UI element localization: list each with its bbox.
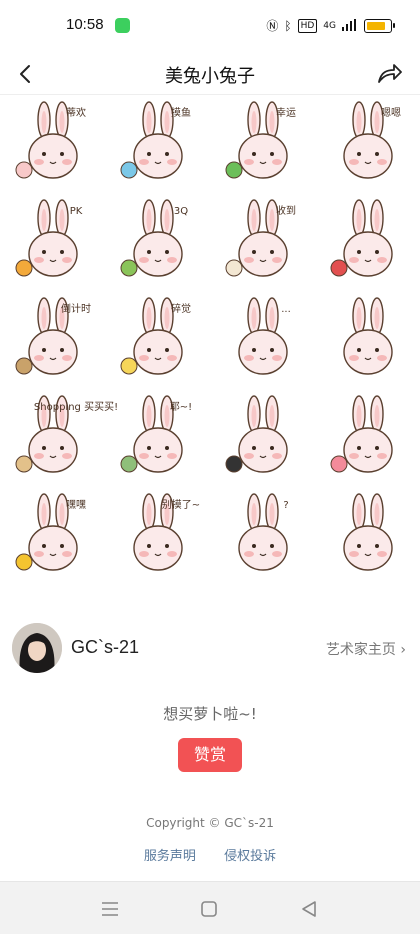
home-button[interactable]: [197, 897, 221, 921]
bunny-sticker-icon: 收到: [225, 199, 296, 277]
bunny-sticker-icon: 嗯嗯: [342, 101, 401, 179]
bunny-sticker-icon: [225, 395, 288, 473]
status-icons: Ⓝ ᛒ HD 4G: [266, 16, 395, 35]
back-triangle-icon: [302, 901, 316, 917]
bunny-sticker-icon: 幸运: [225, 101, 296, 179]
chevron-right-icon: ›: [395, 642, 406, 658]
sticker-item[interactable]: 嗯嗯: [315, 96, 420, 194]
bunny-sticker-icon: 蒂欢: [15, 101, 86, 179]
sticker-item[interactable]: 收到: [210, 194, 315, 292]
sticker-item[interactable]: 蒂欢: [0, 96, 105, 194]
back-nav-button[interactable]: [297, 897, 321, 921]
app-notification-icon: [115, 18, 130, 33]
sticker-caption: 幸运: [276, 107, 296, 119]
sticker-caption: 收到: [276, 204, 296, 217]
sticker-item[interactable]: ?: [210, 488, 315, 586]
bunny-sticker-icon: 摸鱼: [120, 101, 191, 179]
artist-row[interactable]: GC`s-21 艺术家主页 ›: [0, 619, 420, 677]
reward-button[interactable]: 赞赏: [178, 738, 242, 772]
sticker-caption: 耶~!: [169, 401, 191, 413]
bunny-sticker-icon: [342, 297, 393, 375]
sticker-item[interactable]: 嘿嘿: [0, 488, 105, 586]
sticker-caption: ...: [281, 304, 291, 315]
sticker-caption: 碎觉: [171, 302, 191, 315]
sticker-caption: 摸鱼: [171, 106, 191, 119]
sticker-caption: 3Q: [173, 206, 187, 217]
artist-homepage-label: 艺术家主页: [325, 642, 396, 658]
bunny-sticker-icon: 嘿嘿: [15, 493, 86, 571]
nfc-icon: Ⓝ: [266, 19, 279, 33]
sticker-item[interactable]: 耶~!: [105, 390, 210, 488]
sticker-item[interactable]: [315, 390, 420, 488]
hd-icon: HD: [297, 18, 318, 33]
system-nav-bar: [0, 881, 420, 934]
bunny-sticker-icon: 倒计时: [15, 297, 91, 375]
sticker-item[interactable]: [210, 390, 315, 488]
bunny-sticker-icon: PK: [15, 199, 82, 277]
sticker-item[interactable]: [315, 292, 420, 390]
menu-icon: [102, 902, 118, 916]
sticker-caption: 嘿嘿: [66, 499, 86, 511]
sticker-caption: 嗯嗯: [381, 107, 401, 119]
bunny-sticker-icon: 碎觉: [120, 297, 191, 375]
bunny-sticker-icon: 3Q: [120, 199, 188, 277]
sticker-caption: 蒂欢: [66, 106, 86, 119]
infringement-report-link[interactable]: 侵权投诉: [224, 849, 276, 864]
sticker-caption: PK: [69, 206, 82, 217]
sticker-item[interactable]: 幸运: [210, 96, 315, 194]
sticker-item[interactable]: [315, 194, 420, 292]
status-bar: 10:58 Ⓝ ᛒ HD 4G: [0, 0, 420, 52]
share-icon: [378, 64, 402, 83]
sticker-item[interactable]: 碎觉: [105, 292, 210, 390]
signal-icon: [342, 16, 356, 35]
battery-icon: [364, 18, 395, 33]
bunny-sticker-icon: 耶~!: [120, 395, 192, 473]
sticker-caption: 别摸了~: [161, 499, 199, 511]
sticker-item[interactable]: 摸鱼: [105, 96, 210, 194]
sticker-item[interactable]: PK: [0, 194, 105, 292]
share-button[interactable]: [374, 58, 404, 88]
sticker-item[interactable]: Shopping 买买买!: [0, 390, 118, 488]
bunny-sticker-icon: ...: [237, 297, 291, 375]
home-square-icon: [201, 901, 217, 917]
sticker-item[interactable]: ...: [210, 292, 315, 390]
sticker-caption: ?: [283, 500, 288, 511]
service-statement-link[interactable]: 服务声明: [144, 849, 196, 864]
bunny-sticker-icon: [330, 395, 393, 473]
bunny-sticker-icon: 别摸了~: [132, 493, 200, 571]
sticker-caption: 倒计时: [61, 302, 91, 315]
avatar[interactable]: [12, 623, 62, 673]
bunny-sticker-icon: Shopping 买买买!: [15, 395, 118, 473]
bunny-sticker-icon: ?: [237, 493, 288, 571]
menu-button[interactable]: [98, 897, 122, 921]
sticker-grid: 蒂欢 摸鱼 幸运 嗯嗯 PK 3Q 收到 倒计时 碎觉 ... Shopping…: [0, 96, 420, 586]
footer-links: 服务声明 侵权投诉: [0, 845, 420, 864]
artist-name: GC`s-21: [71, 637, 140, 657]
artist-homepage-link[interactable]: 艺术家主页 ›: [326, 639, 406, 659]
sticker-item[interactable]: 别摸了~: [105, 488, 210, 586]
network-label: 4G: [323, 20, 336, 31]
tip-text: 想买萝卜啦~!: [163, 705, 257, 723]
sticker-item[interactable]: [315, 488, 420, 586]
copyright: Copyright © GC`s-21: [146, 816, 274, 830]
page-title: 美兔小兔子: [165, 66, 255, 87]
sticker-item[interactable]: 3Q: [105, 194, 210, 292]
nav-bar: 美兔小兔子: [0, 52, 420, 95]
bunny-sticker-icon: [330, 199, 393, 277]
sticker-item[interactable]: 倒计时: [0, 292, 105, 390]
bunny-sticker-icon: [342, 493, 393, 571]
status-time: 10:58: [66, 16, 104, 33]
bluetooth-icon: ᛒ: [284, 18, 292, 33]
